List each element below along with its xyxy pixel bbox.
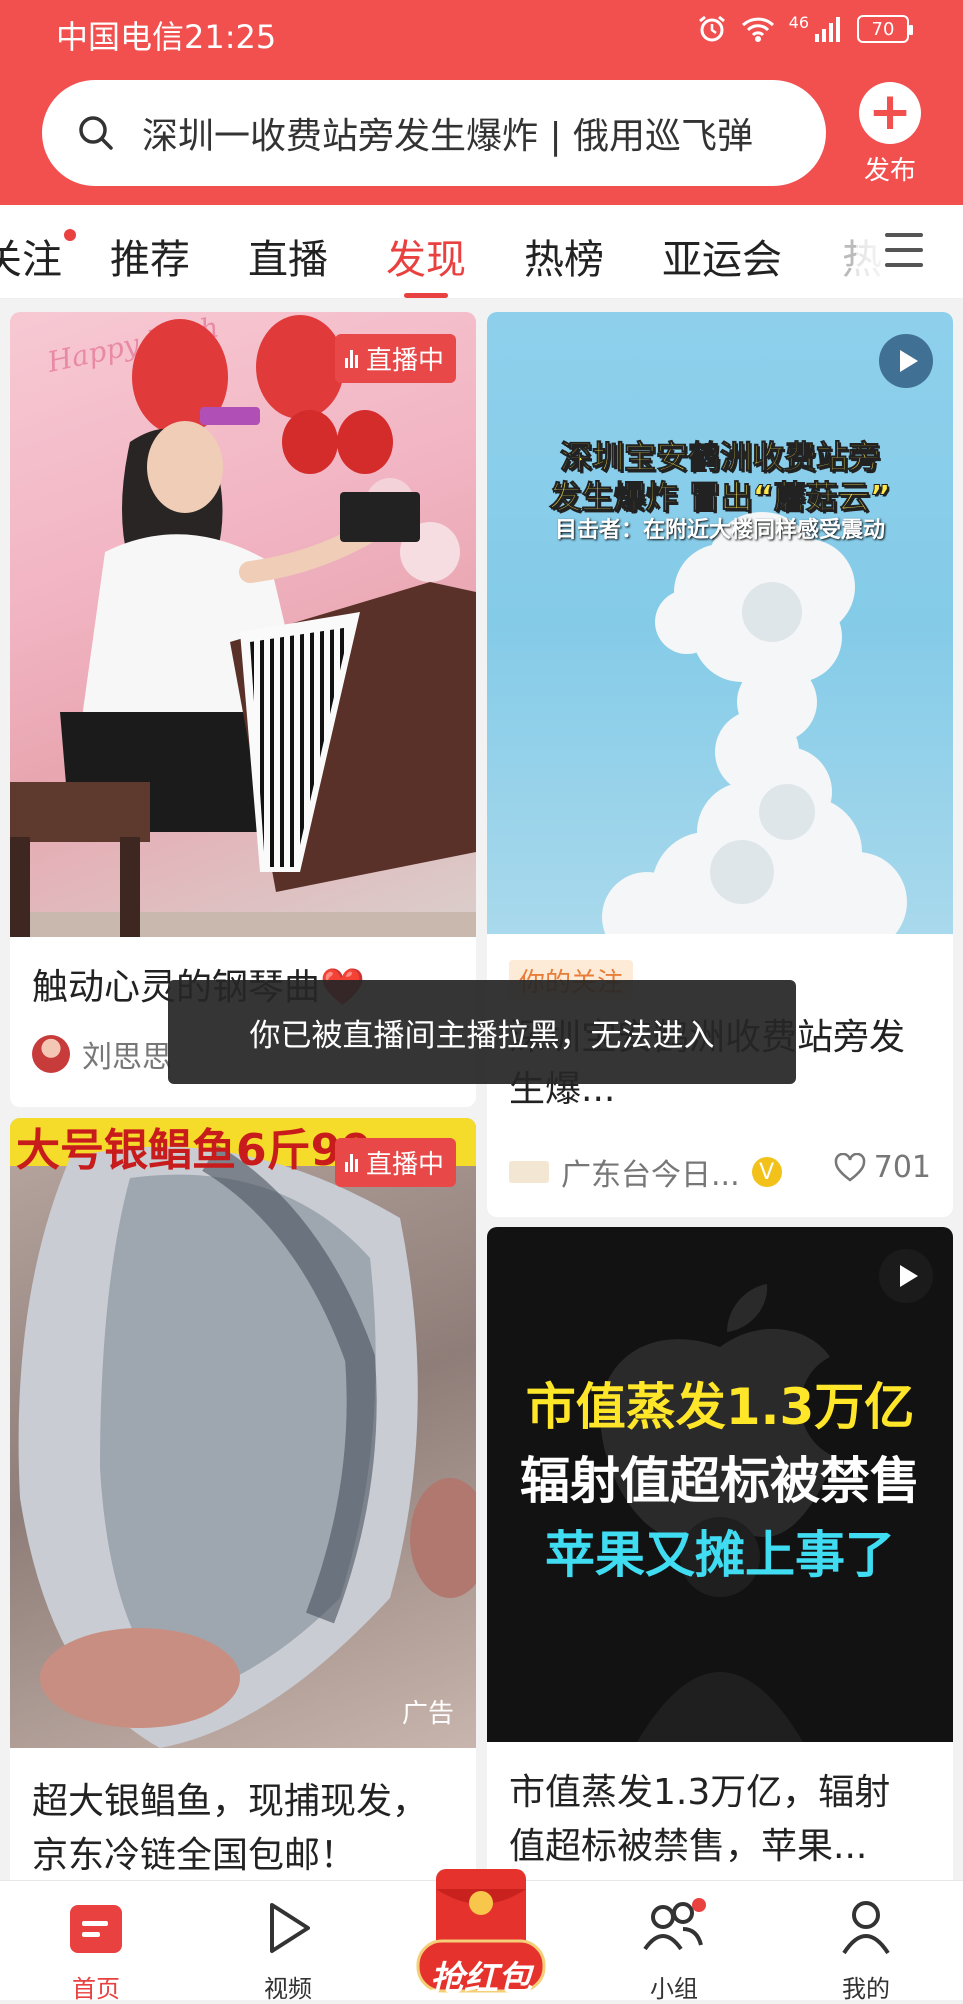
channel-menu-icon[interactable] xyxy=(885,233,923,267)
tab-asian-games[interactable]: 亚运会 xyxy=(662,227,782,285)
search-icon xyxy=(79,116,113,150)
card-thumbnail: 市值蒸发1.3万亿 辐射值超标被禁售 苹果又摊上事了 xyxy=(487,1227,953,1742)
card-thumbnail: 深圳宝安鹤洲收费站旁 发生爆炸 冒出“蘑菇云” 目击者：在附近大楼同样感受震动 xyxy=(487,312,953,934)
card-author-row[interactable]: 广东台今日... V xyxy=(509,1150,782,1194)
profile-icon xyxy=(842,1901,890,1955)
publish-button[interactable]: + 发布 xyxy=(852,82,928,187)
battery-icon: 70 xyxy=(857,15,913,43)
group-icon xyxy=(643,1898,706,1951)
bottom-nav: 首页 视频 抢红包 小组 我的 xyxy=(0,1869,963,2003)
network-type: 46 xyxy=(788,12,809,32)
search-bar[interactable]: 深圳一收费站旁发生爆炸 | 俄用巡飞弹 xyxy=(42,80,826,186)
source-logo-icon xyxy=(509,1161,549,1183)
tab-follow[interactable]: 关注 xyxy=(0,227,76,285)
heart-icon xyxy=(834,1152,865,1182)
tab-hot-list[interactable]: 热榜 xyxy=(524,227,604,285)
nav-group[interactable]: 小组 xyxy=(614,1881,734,2003)
feed-card-fish-ad[interactable]: 大号银鲳鱼6斤99 直播中 广告 超大银鲳鱼，现捕现发， 京东冷链全国包邮！ xyxy=(10,1118,476,1888)
video-play-icon xyxy=(270,1903,310,1953)
piano-performer-image: Happy Birth xyxy=(10,312,476,937)
search-placeholder: 深圳一收费站旁发生爆炸 | 俄用巡飞弹 xyxy=(142,116,754,157)
card-thumbnail: Happy Birth 直播中 xyxy=(10,312,476,937)
headline-line-2: 辐射值超标被禁售 xyxy=(520,1452,920,1510)
nav-home[interactable]: 首页 xyxy=(36,1881,156,2003)
headline-line-3: 苹果又摊上事了 xyxy=(545,1526,895,1584)
headline-line-1: 市值蒸发1.3万亿 xyxy=(525,1378,915,1436)
live-status-badge: 直播中 xyxy=(334,334,456,383)
signal-icon xyxy=(815,17,840,42)
verified-icon: V xyxy=(751,1157,782,1187)
app-header: 中国电信21:25 46 70 深圳一收费站旁发生爆炸 | 俄用巡飞弹 + 发布 xyxy=(0,0,963,205)
nav-me[interactable]: 我的 xyxy=(806,1881,926,2003)
play-icon xyxy=(879,1249,933,1303)
headline-subline: 目击者：在附近大楼同样感受震动 xyxy=(554,518,885,543)
silver-pomfret-image xyxy=(10,1118,476,1748)
publish-label: 发布 xyxy=(863,156,916,186)
live-bars-icon xyxy=(344,1153,358,1172)
card-title-line-1: 超大银鲳鱼，现捕现发， xyxy=(32,1781,429,1822)
ad-label: 广告 xyxy=(401,1699,454,1729)
like-count[interactable]: 701 xyxy=(834,1150,931,1185)
card-author-row[interactable]: 刘思思 xyxy=(32,1032,172,1076)
tab-live[interactable]: 直播 xyxy=(248,227,328,285)
carrier-time: 中国电信21:25 xyxy=(56,18,277,56)
live-status-badge: 直播中 xyxy=(334,1138,456,1187)
toast-message: 你已被直播间主播拉黑，无法进入 xyxy=(168,980,796,1084)
card-title-line-2: 京东冷链全国包邮！ xyxy=(32,1835,357,1876)
grab-red-envelope-label: 抢红包 xyxy=(430,1959,532,1999)
author-name: 刘思思 xyxy=(82,1040,172,1075)
new-dot xyxy=(64,229,76,241)
active-tab-indicator xyxy=(404,293,448,298)
live-bars-icon xyxy=(344,349,358,368)
tab-recommend[interactable]: 推荐 xyxy=(110,227,190,285)
grab-red-envelope-button[interactable]: 抢红包 xyxy=(410,1859,552,1999)
status-bar: 中国电信21:25 46 70 xyxy=(0,0,963,62)
battery-level: 70 xyxy=(871,18,895,40)
play-icon xyxy=(879,334,933,388)
status-icons: 46 70 xyxy=(697,12,913,44)
tab-discover[interactable]: 发现 xyxy=(386,227,466,298)
home-icon xyxy=(70,1905,122,1953)
channel-tabs: 关注 推荐 直播 发现 热榜 亚运会 热 xyxy=(0,205,963,299)
nav-video[interactable]: 视频 xyxy=(228,1881,348,2003)
card-thumbnail: 大号银鲳鱼6斤99 直播中 广告 xyxy=(10,1118,476,1748)
source-name: 广东台今日... xyxy=(561,1158,740,1193)
card-title-line-1: 市值蒸发1.3万亿，辐射 xyxy=(509,1772,891,1813)
feed-card-apple-news[interactable]: 市值蒸发1.3万亿 辐射值超标被禁售 苹果又摊上事了 市值蒸发1.3万亿，辐射 … xyxy=(487,1227,953,1888)
wifi-icon xyxy=(741,17,774,42)
avatar xyxy=(32,1035,70,1073)
mushroom-cloud-image xyxy=(602,512,907,934)
card-title-line-2: 值超标被禁售，苹果... xyxy=(509,1826,868,1867)
plus-icon: + xyxy=(859,82,921,144)
alarm-icon xyxy=(698,15,725,42)
